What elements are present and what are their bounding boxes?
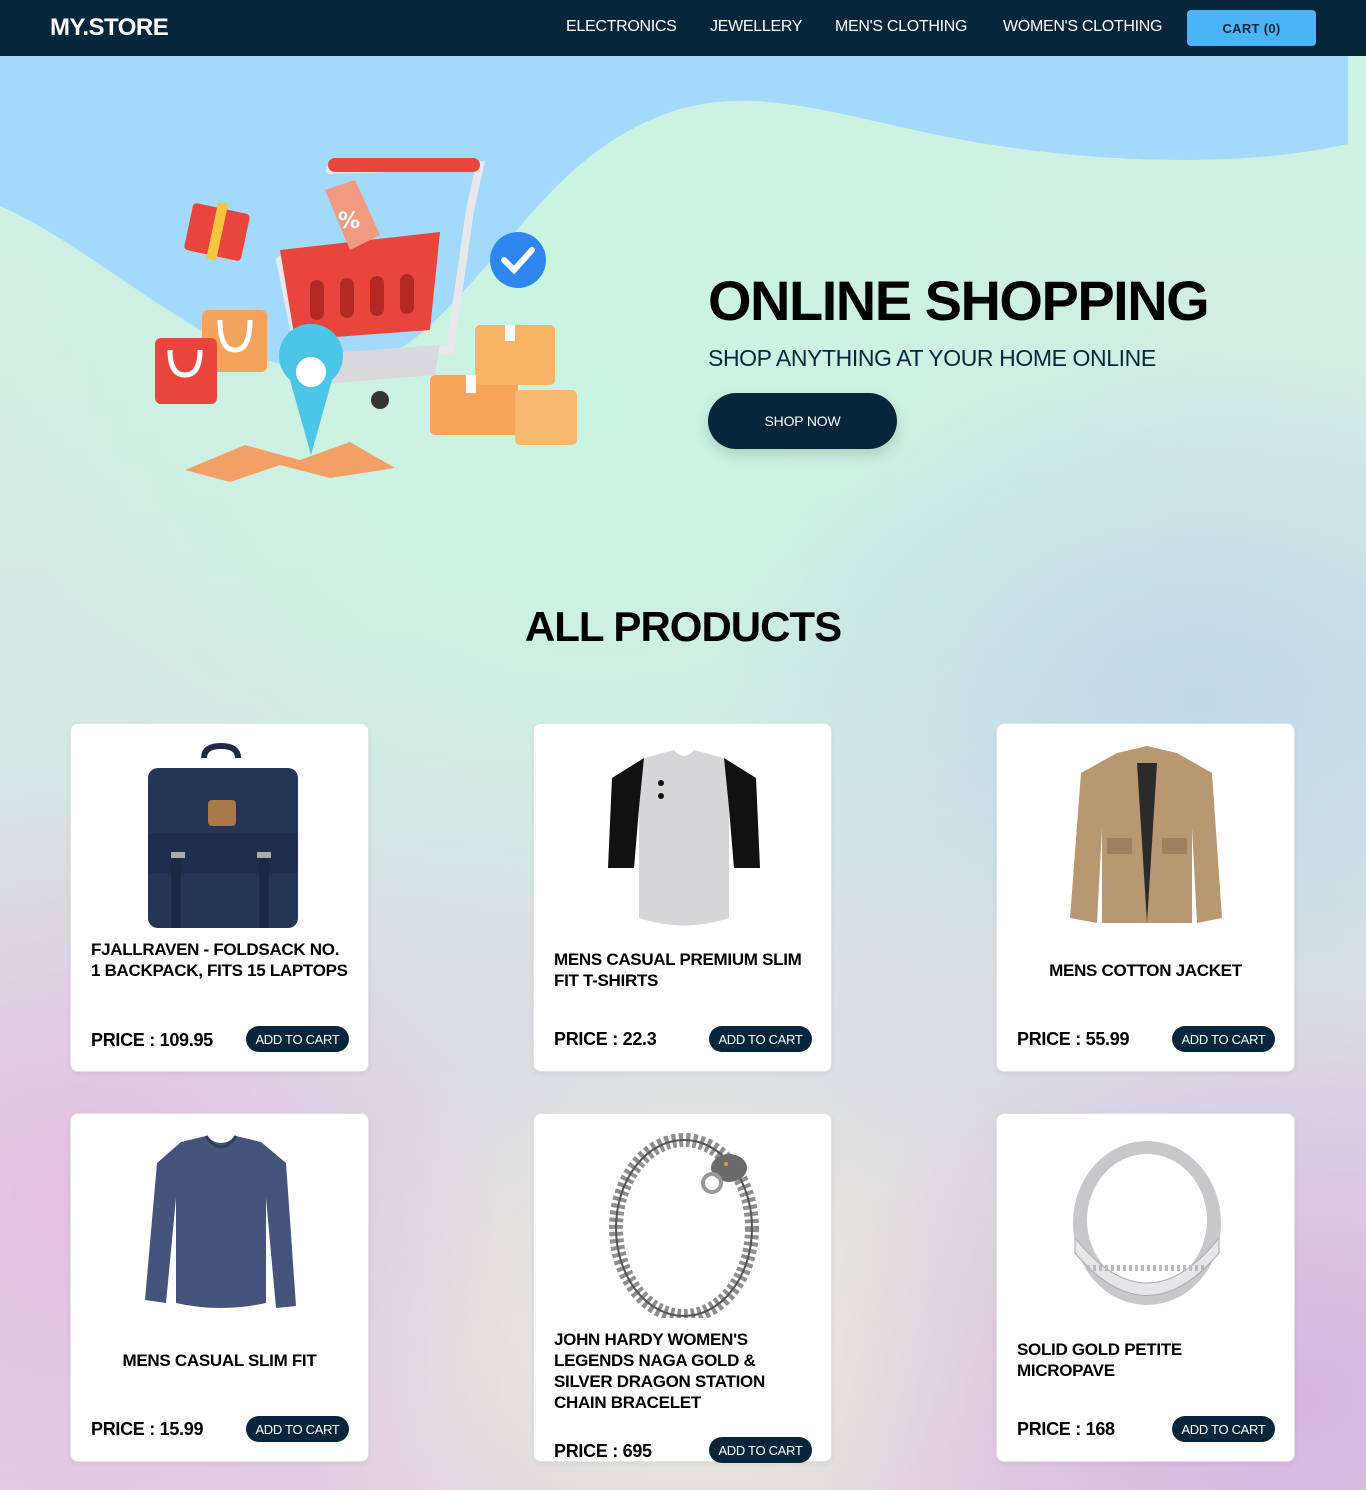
product-price: PRICE : 695 xyxy=(554,1441,652,1461)
add-to-cart-button[interactable]: ADD TO CART xyxy=(709,1026,812,1052)
product-name: JOHN HARDY WOMEN'S LEGENDS NAGA GOLD & S… xyxy=(554,1330,765,1412)
product-card[interactable]: FJALLRAVEN - FOLDSACK NO. 1 BACKPACK, FI… xyxy=(70,723,369,1072)
cart-button[interactable]: CART (0) xyxy=(1187,10,1316,46)
product-price: PRICE : 22.3 xyxy=(554,1029,657,1049)
product-card[interactable]: JOHN HARDY WOMEN'S LEGENDS NAGA GOLD & S… xyxy=(533,1113,832,1463)
add-to-cart-button[interactable]: ADD TO CART xyxy=(709,1437,812,1463)
jacket-image xyxy=(1070,746,1222,923)
map-icon xyxy=(185,442,395,482)
nav-link-electronics[interactable]: ELECTRONICS xyxy=(566,18,677,36)
shop-now-button[interactable]: SHOP NOW xyxy=(708,393,897,449)
nav-link-jewellery[interactable]: JEWELLERY xyxy=(710,18,802,36)
product-price: PRICE : 55.99 xyxy=(1017,1029,1130,1049)
store-logo[interactable]: MY.STORE xyxy=(50,14,169,42)
check-badge-icon xyxy=(490,232,546,288)
product-price: PRICE : 15.99 xyxy=(91,1419,204,1439)
add-to-cart-button[interactable]: ADD TO CART xyxy=(1172,1026,1275,1052)
product-name: SOLID GOLD PETITE MICROPAVE xyxy=(1017,1340,1182,1380)
add-to-cart-button[interactable]: ADD TO CART xyxy=(246,1026,349,1052)
product-price: PRICE : 109.95 xyxy=(91,1030,213,1050)
add-to-cart-button[interactable]: ADD TO CART xyxy=(1172,1416,1275,1442)
top-navbar: MY.STORE ELECTRONICS JEWELLERY MEN'S CLO… xyxy=(0,0,1366,56)
hero-title: ONLINE SHOPPING xyxy=(708,269,1210,332)
location-pin-icon xyxy=(279,323,343,455)
product-name: MENS COTTON JACKET xyxy=(1049,961,1242,980)
all-products-heading: ALL PRODUCTS xyxy=(524,603,842,650)
add-to-cart-button[interactable]: ADD TO CART xyxy=(246,1416,349,1442)
product-price: PRICE : 168 xyxy=(1017,1419,1115,1439)
product-card[interactable]: SOLID GOLD PETITE MICROPAVE PRICE : 168 … xyxy=(996,1113,1295,1462)
product-card[interactable]: MENS COTTON JACKET PRICE : 55.99 ADD TO … xyxy=(996,723,1295,1072)
t-shirt-image xyxy=(608,750,760,926)
long-sleeve-shirt-image xyxy=(145,1135,296,1308)
backpack-image xyxy=(148,742,298,928)
shopping-cart-illustration: % xyxy=(155,158,577,482)
bracelet-image xyxy=(609,1133,759,1318)
nav-link-mens-clothing[interactable]: MEN'S CLOTHING xyxy=(835,18,968,36)
product-card[interactable]: MENS CASUAL PREMIUM SLIM FIT T-SHIRTS PR… xyxy=(533,723,832,1072)
product-name: FJALLRAVEN - FOLDSACK NO. 1 BACKPACK, FI… xyxy=(91,940,348,980)
svg-text:%: % xyxy=(338,209,360,234)
product-name: MENS CASUAL SLIM FIT xyxy=(122,1351,317,1370)
product-card[interactable]: MENS CASUAL SLIM FIT PRICE : 15.99 ADD T… xyxy=(70,1113,369,1462)
ring-image xyxy=(1073,1141,1221,1305)
nav-link-womens-clothing[interactable]: WOMEN'S CLOTHING xyxy=(1003,18,1162,36)
hero-subtitle: SHOP ANYTHING AT YOUR HOME ONLINE xyxy=(708,345,1156,371)
product-name: MENS CASUAL PREMIUM SLIM FIT T-SHIRTS xyxy=(554,950,802,990)
